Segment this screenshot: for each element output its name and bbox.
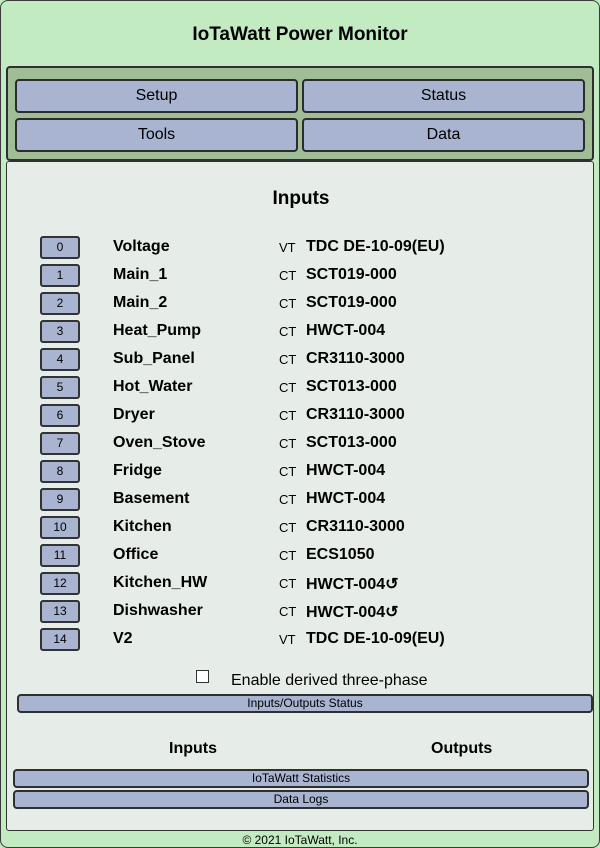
input-channel-button[interactable]: 9 [40,488,80,511]
input-channel-button[interactable]: 7 [40,432,80,455]
input-sensor-type: VT [279,240,296,255]
input-sensor-type: CT [279,380,297,395]
setup-button[interactable]: Setup [15,79,298,113]
input-channel-button[interactable]: 12 [40,572,80,595]
input-name: Dryer [113,406,155,423]
app-title: IoTaWatt Power Monitor [192,24,408,45]
input-row: 0 Voltage VT TDC DE-10-09(EU) [7,234,595,262]
iotawatt-statistics-button[interactable]: IoTaWatt Statistics [13,769,589,788]
input-sensor-model: HWCT-004 [306,462,386,479]
input-channel-button[interactable]: 3 [40,320,80,343]
input-sensor-model: HWCT-004 [306,322,386,339]
footer-copyright: © 2021 IoTaWatt, Inc. [242,833,358,847]
io-status-button[interactable]: Inputs/Outputs Status [17,694,593,713]
input-name: Kitchen [113,518,172,535]
input-channel-button[interactable]: 1 [40,264,80,287]
input-sensor-type: CT [279,408,297,423]
input-name: Kitchen_HW [113,574,208,591]
input-row: 1 Main_1 CT SCT019-000 [7,262,595,290]
input-channel-button[interactable]: 13 [40,600,80,623]
input-channel-button[interactable]: 14 [40,628,80,651]
input-name: Main_2 [113,294,168,311]
input-sensor-model: HWCT-004↺ [306,576,399,593]
inputs-title: Inputs [272,188,330,209]
input-row: 3 Heat_Pump CT HWCT-004 [7,318,595,346]
input-row: 11 Office CT ECS1050 [7,542,595,570]
input-name: Dishwasher [113,602,203,619]
input-channel-button[interactable]: 11 [40,544,80,567]
input-sensor-type: CT [279,492,297,507]
input-row: 5 Hot_Water CT SCT013-000 [7,374,595,402]
tools-button[interactable]: Tools [15,118,298,152]
input-sensor-model: TDC DE-10-09(EU) [306,238,445,255]
input-row: 13 Dishwasher CT HWCT-004↺ [7,598,595,626]
derived-three-phase-checkbox[interactable] [196,670,209,683]
input-channel-button[interactable]: 4 [40,348,80,371]
input-sensor-model: TDC DE-10-09(EU) [306,630,445,647]
input-name: V2 [113,630,133,647]
input-sensor-type: VT [279,632,296,647]
status-button[interactable]: Status [302,79,585,113]
input-name: Voltage [113,238,170,255]
input-sensor-type: CT [279,576,297,591]
input-sensor-model: CR3110-3000 [306,350,405,367]
input-channel-button[interactable]: 6 [40,404,80,427]
input-channel-button[interactable]: 0 [40,236,80,259]
input-sensor-type: CT [279,352,297,367]
input-sensor-type: CT [279,548,297,563]
input-name: Main_1 [113,266,168,283]
input-row: 14 V2 VT TDC DE-10-09(EU) [7,626,595,654]
input-channel-button[interactable]: 2 [40,292,80,315]
input-name: Basement [113,490,190,507]
input-sensor-type: CT [279,464,297,479]
input-name: Office [113,546,159,563]
input-name: Oven_Stove [113,434,206,451]
input-sensor-type: CT [279,296,297,311]
derived-three-phase-label: Enable derived three-phase [231,672,428,689]
input-sensor-model: HWCT-004↺ [306,604,399,621]
input-sensor-model: SCT019-000 [306,266,397,283]
input-sensor-model: SCT019-000 [306,294,397,311]
input-name: Heat_Pump [113,322,202,339]
input-sensor-model: ECS1050 [306,546,375,563]
input-sensor-model: CR3110-3000 [306,518,405,535]
inputs-list: 0 Voltage VT TDC DE-10-09(EU) 1 Main_1 CT SCT01… [7,234,595,654]
io-status-inputs-heading: Inputs [169,740,217,757]
input-name: Hot_Water [113,378,193,395]
data-button[interactable]: Data [302,118,585,152]
input-row: 2 Main_2 CT SCT019-000 [7,290,595,318]
input-sensor-type: CT [279,436,297,451]
input-sensor-type: CT [279,268,297,283]
input-row: 12 Kitchen_HW CT HWCT-004↺ [7,570,595,598]
input-sensor-type: CT [279,604,297,619]
main-panel: Inputs 0 Voltage VT TDC DE-10-09(EU) 1 Main_1… [6,161,594,831]
input-row: 8 Fridge CT HWCT-004 [7,458,595,486]
input-sensor-model: SCT013-000 [306,434,397,451]
input-channel-button[interactable]: 5 [40,376,80,399]
input-sensor-type: CT [279,324,297,339]
input-channel-button[interactable]: 10 [40,516,80,539]
io-status-outputs-heading: Outputs [431,740,493,757]
input-sensor-model: SCT013-000 [306,378,397,395]
input-name: Sub_Panel [113,350,195,367]
input-sensor-model: CR3110-3000 [306,406,405,423]
input-row: 9 Basement CT HWCT-004 [7,486,595,514]
nav-panel: Setup Status Tools Data [6,66,594,161]
input-channel-button[interactable]: 8 [40,460,80,483]
input-row: 10 Kitchen CT CR3110-3000 [7,514,595,542]
input-row: 4 Sub_Panel CT CR3110-3000 [7,346,595,374]
input-name: Fridge [113,462,162,479]
input-sensor-model: HWCT-004 [306,490,386,507]
data-logs-button[interactable]: Data Logs [13,790,589,809]
input-sensor-type: CT [279,520,297,535]
input-row: 6 Dryer CT CR3110-3000 [7,402,595,430]
input-row: 7 Oven_Stove CT SCT013-000 [7,430,595,458]
